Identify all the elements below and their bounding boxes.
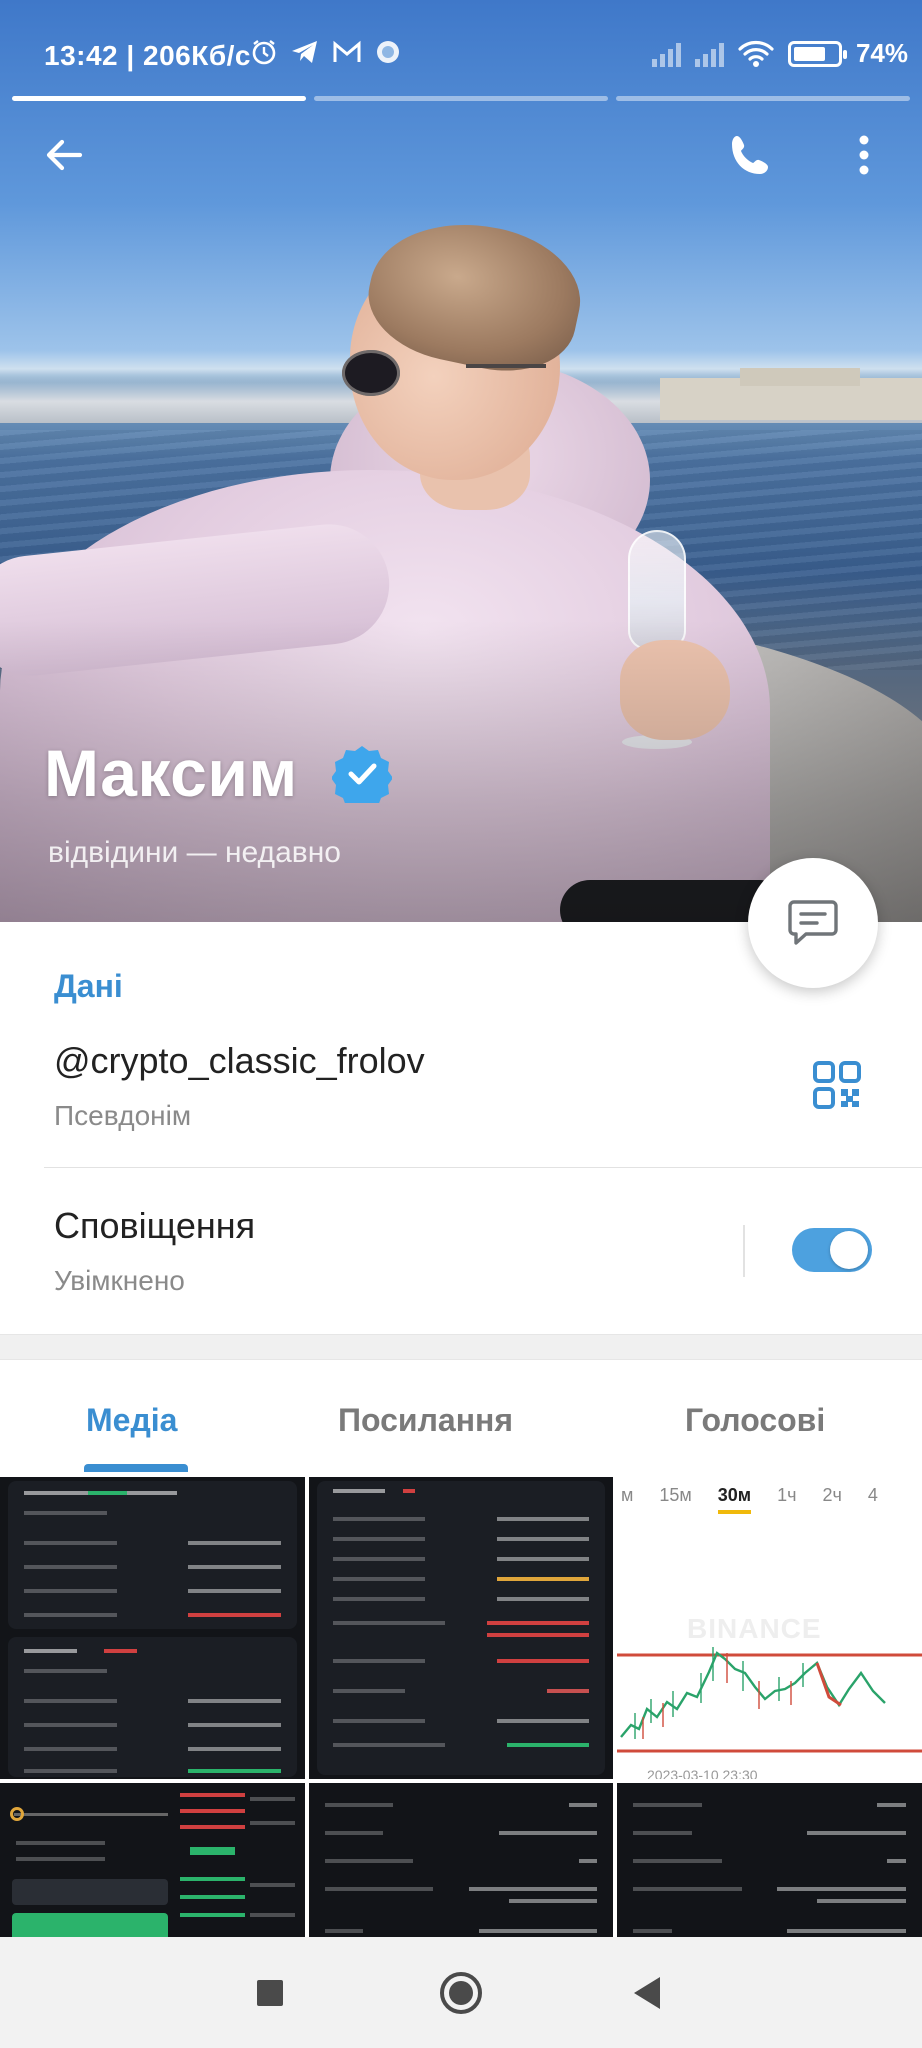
tab-links[interactable]: Посилання (338, 1402, 513, 1439)
buy-button (12, 1913, 168, 1937)
home-circle-icon[interactable] (433, 1965, 489, 2021)
telegram-icon (292, 41, 317, 63)
story-segment (12, 96, 306, 101)
arrow-left-icon[interactable] (40, 130, 90, 180)
alarm-icon (252, 40, 276, 65)
system-nav-bar (0, 1937, 922, 2048)
status-bar: 13:42 | 206Кб/с 74% (0, 0, 922, 100)
active-tab-indicator (84, 1464, 188, 1472)
trade-card (317, 1481, 605, 1775)
status-system-icons: 74% (651, 38, 908, 69)
message-icon (788, 900, 838, 945)
media-thumbnail[interactable] (309, 1783, 613, 1937)
media-thumbnail[interactable] (0, 1783, 305, 1937)
sync-icon (377, 41, 399, 63)
wifi-icon (738, 40, 774, 67)
profile-photo[interactable]: 13:42 | 206Кб/с 74% Максим відвідини — н… (0, 0, 922, 922)
info-section-title: Дані (54, 968, 123, 1004)
divider (44, 1167, 922, 1168)
tab-media[interactable]: Медіа (86, 1402, 177, 1439)
chart-date: 2023-03-10 23:30 (647, 1767, 758, 1779)
notifications-label[interactable]: Сповіщення (54, 1205, 255, 1247)
back-triangle-icon[interactable] (620, 1965, 676, 2021)
media-thumbnail[interactable] (0, 1477, 305, 1779)
recents-square-icon[interactable] (242, 1965, 298, 2021)
signal-icon (651, 41, 681, 67)
chart-screenshot-thumbnail[interactable]: м 15м 30м 1ч 2ч 4 BINANCE 2023-03-10 23:… (617, 1477, 922, 1779)
profile-name-row: Максим (44, 735, 392, 811)
media-thumbnail[interactable] (309, 1477, 613, 1779)
media-tabs: Медіа Посилання Голосові (0, 1360, 922, 1475)
notifications-status: Увімкнено (54, 1265, 185, 1296)
trade-card (8, 1637, 297, 1777)
candlestick-chart (617, 1647, 922, 1753)
media-thumbnail[interactable] (617, 1783, 922, 1937)
battery-icon (787, 40, 847, 67)
battery-percent: 74% (855, 38, 908, 68)
message-button[interactable] (748, 858, 878, 988)
story-segment (314, 96, 608, 101)
profile-name: Максим (44, 736, 298, 810)
more-vertical-icon[interactable] (844, 130, 884, 180)
status-notification-icons (250, 38, 402, 66)
notifications-toggle[interactable] (792, 1228, 872, 1272)
toggle-knob (830, 1231, 868, 1269)
verified-badge-icon (331, 746, 392, 803)
tab-voice[interactable]: Голосові (685, 1402, 825, 1439)
divider (743, 1225, 745, 1277)
username[interactable]: @crypto_classic_frolov (54, 1040, 425, 1082)
last-seen-status: відвідини — недавно (48, 836, 341, 869)
story-segment (616, 96, 910, 101)
photo-sunglasses (342, 350, 546, 398)
username-caption: Псевдонім (54, 1100, 192, 1131)
qr-code-icon[interactable] (812, 1060, 862, 1110)
trade-card (8, 1481, 297, 1629)
photo-building (740, 368, 860, 386)
media-grid: м 15м 30м 1ч 2ч 4 BINANCE 2023-03-10 23:… (0, 1475, 922, 1937)
signal-icon (694, 41, 724, 67)
status-time: 13:42 | 206Кб/с (44, 40, 251, 71)
story-progress (12, 96, 910, 101)
section-gap (0, 1334, 922, 1360)
phone-icon[interactable] (726, 130, 776, 180)
gmail-icon (333, 40, 361, 62)
profile-toolbar (0, 120, 922, 190)
